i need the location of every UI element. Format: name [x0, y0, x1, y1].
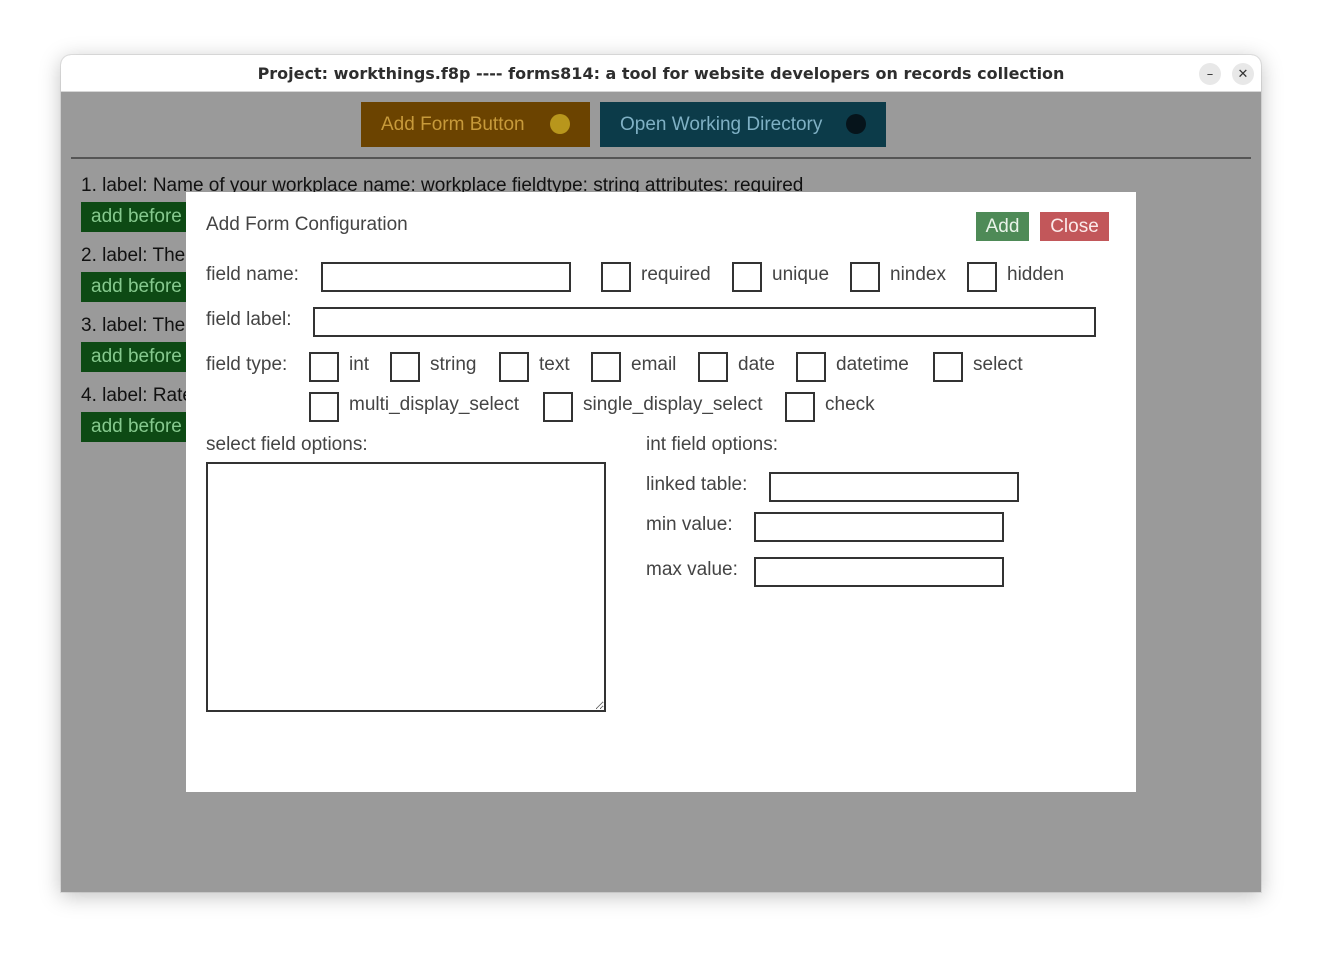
open-working-directory-button[interactable]: Open Working Directory — [600, 102, 886, 147]
required-label: required — [641, 264, 711, 285]
type-int-label: int — [349, 354, 370, 375]
field-label-input[interactable] — [313, 307, 1096, 337]
type-email-label: email — [631, 354, 677, 375]
hidden-checkbox[interactable] — [967, 262, 997, 292]
field-description: 3. label: The — [81, 315, 186, 336]
window-close-button[interactable]: ✕ — [1232, 63, 1254, 85]
add-form-button[interactable]: Add Form Button — [361, 102, 590, 147]
type-text-checkbox[interactable] — [499, 352, 529, 382]
close-button[interactable]: Close — [1040, 212, 1109, 241]
minimize-button[interactable]: – — [1199, 63, 1221, 85]
field-description: 2. label: The — [81, 245, 186, 266]
minimize-icon: – — [1206, 66, 1214, 82]
type-single-display-select-checkbox[interactable] — [543, 392, 573, 422]
field-name-input[interactable] — [321, 262, 571, 292]
min-value-input[interactable] — [754, 512, 1004, 542]
add-form-button-label: Add Form Button — [381, 113, 525, 135]
add-button[interactable]: Add — [976, 212, 1029, 241]
select-field-options-textarea[interactable] — [206, 462, 606, 712]
type-string-label: string — [430, 354, 477, 375]
window-title: Project: workthings.f8p ---- forms814: a… — [257, 63, 1065, 83]
type-text-label: text — [539, 354, 570, 375]
type-check-checkbox[interactable] — [785, 392, 815, 422]
select-field-options-label: select field options: — [206, 434, 368, 455]
hidden-label: hidden — [1007, 264, 1065, 285]
add-form-configuration-dialog: Add Form Configuration Add Close field n… — [186, 192, 1136, 792]
open-working-directory-label: Open Working Directory — [620, 113, 823, 135]
unique-checkbox[interactable] — [732, 262, 762, 292]
title-bar: Project: workthings.f8p ---- forms814: a… — [61, 55, 1261, 92]
unique-label: unique — [772, 264, 830, 285]
linked-table-input[interactable] — [769, 472, 1019, 502]
field-type-label: field type: — [206, 354, 288, 375]
max-value-input[interactable] — [754, 557, 1004, 587]
field-description: 4. label: Rate — [81, 385, 193, 406]
int-field-options-label: int field options: — [646, 434, 779, 455]
dialog-title: Add Form Configuration — [206, 214, 408, 235]
required-checkbox[interactable] — [601, 262, 631, 292]
type-int-checkbox[interactable] — [309, 352, 339, 382]
close-icon: ✕ — [1237, 66, 1249, 82]
type-datetime-label: datetime — [836, 354, 909, 375]
divider — [71, 157, 1251, 159]
type-date-checkbox[interactable] — [698, 352, 728, 382]
type-select-checkbox[interactable] — [933, 352, 963, 382]
status-dot-icon — [846, 114, 866, 134]
min-value-label: min value: — [646, 514, 733, 535]
field-name-label: field name: — [206, 264, 299, 285]
type-datetime-checkbox[interactable] — [796, 352, 826, 382]
type-multi-display-select-label: multi_display_select — [349, 394, 520, 415]
type-check-label: check — [825, 394, 875, 415]
type-date-label: date — [738, 354, 775, 375]
type-email-checkbox[interactable] — [591, 352, 621, 382]
field-label-label: field label: — [206, 309, 292, 330]
type-string-checkbox[interactable] — [390, 352, 420, 382]
status-dot-icon — [550, 114, 570, 134]
type-select-label: select — [973, 354, 1023, 375]
type-multi-display-select-checkbox[interactable] — [309, 392, 339, 422]
type-single-display-select-label: single_display_select — [583, 394, 763, 415]
linked-table-label: linked table: — [646, 474, 748, 495]
max-value-label: max value: — [646, 559, 738, 580]
nindex-checkbox[interactable] — [850, 262, 880, 292]
nindex-label: nindex — [890, 264, 946, 285]
